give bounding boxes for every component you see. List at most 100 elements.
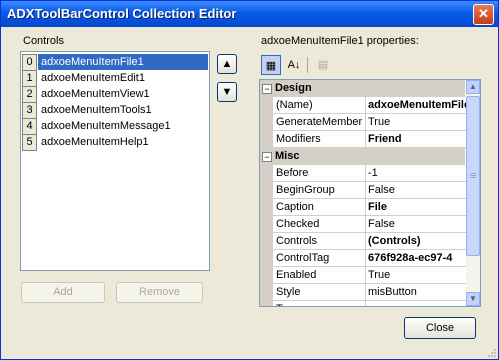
grid-property-row[interactable]: Style misButton: [260, 284, 467, 301]
row-gutter: [260, 284, 273, 301]
property-grid-toolbar: ▦ A↓ ▤: [259, 54, 479, 76]
thumb-grip: [470, 177, 476, 178]
list-item-label: adxoeMenuItemEdit1: [41, 72, 145, 84]
resize-grip-icon[interactable]: [486, 347, 496, 357]
thumb-grip: [470, 173, 476, 174]
list-item-label: adxoeMenuItemTools1: [41, 104, 152, 116]
property-value[interactable]: [366, 301, 467, 306]
property-name[interactable]: GenerateMember: [273, 114, 366, 131]
collection-editor-window: ADXToolBarControl Collection Editor ✕ Co…: [0, 0, 499, 360]
grid-category[interactable]: − Misc: [260, 148, 465, 165]
grid-property-row[interactable]: Modifiers Friend: [260, 131, 467, 148]
grid-property-row[interactable]: (Name) adxoeMenuItemFile1: [260, 97, 467, 114]
category-label: Design: [275, 82, 312, 94]
grid-property-row[interactable]: Caption File: [260, 199, 467, 216]
property-name[interactable]: Checked: [273, 216, 366, 233]
window-title: ADXToolBarControl Collection Editor: [7, 6, 237, 21]
list-item-index: 0: [22, 54, 37, 71]
grid-category[interactable]: − Design: [260, 80, 465, 97]
list-item[interactable]: 1 adxoeMenuItemEdit1: [21, 70, 209, 87]
collapse-icon[interactable]: −: [262, 152, 272, 162]
toolbar-separator: [307, 57, 308, 73]
grid-scrollbar[interactable]: ▲ ▼: [466, 80, 480, 306]
close-icon[interactable]: ✕: [473, 4, 494, 25]
row-gutter: [260, 233, 273, 250]
list-item-index: 2: [22, 86, 37, 103]
list-item[interactable]: 2 adxoeMenuItemView1: [21, 86, 209, 103]
row-gutter: [260, 267, 273, 284]
property-name[interactable]: Style: [273, 284, 366, 301]
row-gutter: [260, 199, 273, 216]
list-item[interactable]: 0 adxoeMenuItemFile1: [21, 54, 209, 71]
categorized-icon[interactable]: ▦: [261, 55, 281, 75]
grid-property-row[interactable]: Before -1: [260, 165, 467, 182]
property-name[interactable]: Enabled: [273, 267, 366, 284]
remove-button[interactable]: Remove: [116, 282, 203, 303]
property-name[interactable]: ControlTag: [273, 250, 366, 267]
property-name[interactable]: Modifiers: [273, 131, 366, 148]
property-name[interactable]: Before: [273, 165, 366, 182]
property-value[interactable]: True: [366, 267, 467, 284]
row-gutter: [260, 182, 273, 199]
property-value[interactable]: False: [366, 182, 467, 199]
row-gutter: [260, 97, 273, 114]
scroll-up-icon[interactable]: ▲: [466, 80, 480, 94]
row-gutter: [260, 114, 273, 131]
list-item-index: 3: [22, 102, 37, 119]
scroll-down-icon[interactable]: ▼: [466, 292, 480, 306]
property-value[interactable]: True: [366, 114, 467, 131]
category-label: Misc: [275, 150, 300, 162]
arrow-down-icon: ▼: [221, 86, 233, 98]
row-gutter: [260, 165, 273, 182]
alphabetical-icon[interactable]: A↓: [284, 55, 304, 75]
controls-label: Controls: [23, 35, 64, 47]
thumb-grip: [470, 175, 476, 176]
arrow-up-icon: ▲: [221, 58, 233, 70]
move-down-button[interactable]: ▼: [217, 82, 237, 102]
list-item-label: adxoeMenuItemHelp1: [41, 136, 149, 148]
collapse-icon[interactable]: −: [262, 84, 272, 94]
property-name[interactable]: Caption: [273, 199, 366, 216]
property-name[interactable]: T: [273, 301, 366, 306]
properties-label: adxoeMenuItemFile1 properties:: [261, 35, 419, 47]
list-item-label: adxoeMenuItemMessage1: [41, 120, 171, 132]
property-name[interactable]: BeginGroup: [273, 182, 366, 199]
add-button[interactable]: Add: [21, 282, 105, 303]
property-name[interactable]: Controls: [273, 233, 366, 250]
property-value[interactable]: False: [366, 216, 467, 233]
grid-property-row[interactable]: Checked False: [260, 216, 467, 233]
list-item[interactable]: 4 adxoeMenuItemMessage1: [21, 118, 209, 135]
row-gutter: [260, 301, 273, 306]
close-button[interactable]: Close: [404, 317, 476, 339]
move-up-button[interactable]: ▲: [217, 54, 237, 74]
row-gutter: [260, 250, 273, 267]
grid-property-row[interactable]: Enabled True: [260, 267, 467, 284]
list-item[interactable]: 3 adxoeMenuItemTools1: [21, 102, 209, 119]
controls-list[interactable]: 0 adxoeMenuItemFile1 1 adxoeMenuItemEdit1 2 a…: [20, 51, 210, 271]
list-item[interactable]: 5 adxoeMenuItemHelp1: [21, 134, 209, 151]
property-value[interactable]: misButton: [366, 284, 467, 301]
property-value[interactable]: adxoeMenuItemFile1: [366, 97, 467, 114]
property-name[interactable]: (Name): [273, 97, 366, 114]
property-value[interactable]: 676f928a-ec97-4: [366, 250, 467, 267]
grid-property-row[interactable]: ControlTag 676f928a-ec97-4: [260, 250, 467, 267]
property-value[interactable]: -1: [366, 165, 467, 182]
property-value[interactable]: Friend: [366, 131, 467, 148]
grid-property-row[interactable]: GenerateMember True: [260, 114, 467, 131]
grid-property-row[interactable]: T: [260, 301, 467, 306]
grid-property-row[interactable]: BeginGroup False: [260, 182, 467, 199]
list-item-index: 4: [22, 118, 37, 135]
scroll-thumb[interactable]: [466, 96, 480, 256]
list-item-index: 5: [22, 134, 37, 151]
list-item-index: 1: [22, 70, 37, 87]
title-bar[interactable]: ADXToolBarControl Collection Editor ✕: [1, 1, 498, 27]
property-value[interactable]: File: [366, 199, 467, 216]
property-value[interactable]: (Controls): [366, 233, 467, 250]
row-gutter: [260, 216, 273, 233]
list-item-label: adxoeMenuItemView1: [41, 88, 150, 100]
property-pages-icon[interactable]: ▤: [313, 55, 333, 75]
grid-property-row[interactable]: Controls (Controls): [260, 233, 467, 250]
property-grid[interactable]: TStylemisButtonEnabledTrueControlTag676f…: [259, 79, 481, 307]
row-gutter: [260, 131, 273, 148]
list-item-label: adxoeMenuItemFile1: [38, 54, 208, 70]
